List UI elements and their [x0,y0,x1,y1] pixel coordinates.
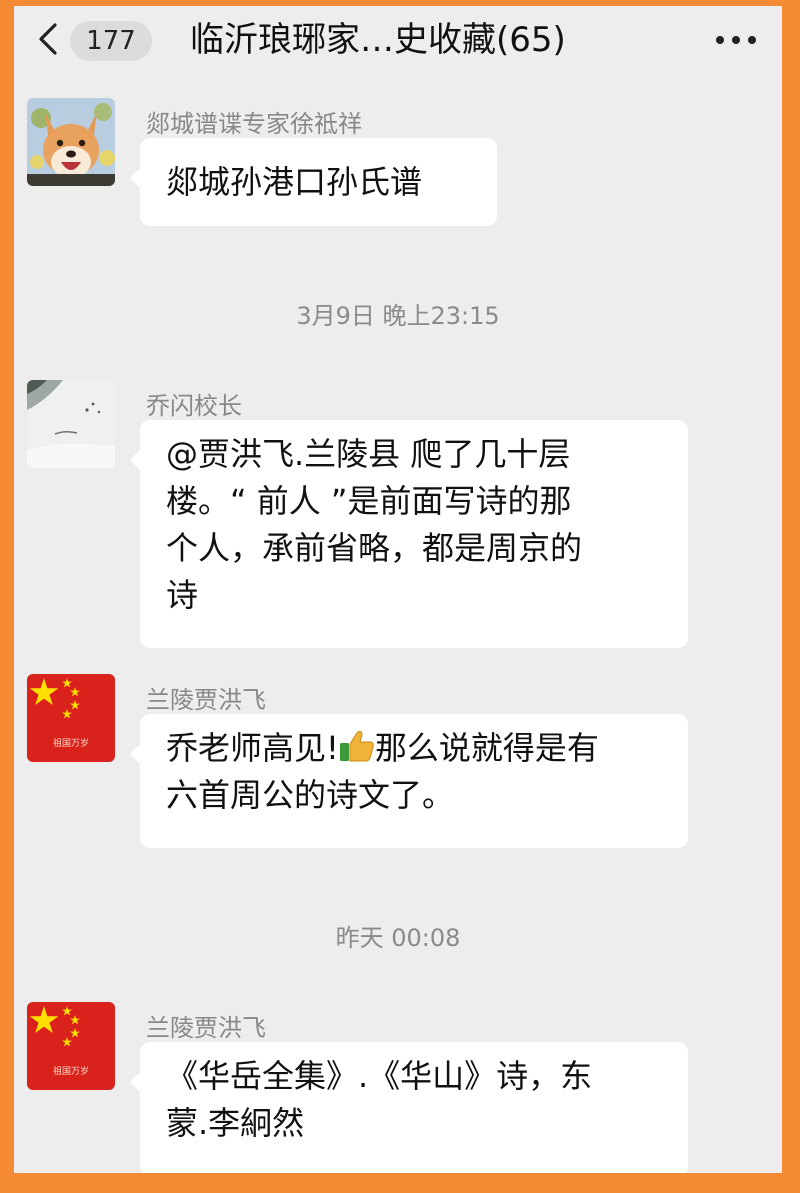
message-text: 乔老师高见! [166,729,339,767]
sender-name: 郯城谱谍专家徐祗祥 [146,110,362,138]
back-arrow-icon[interactable] [36,22,60,56]
message-line: 乔老师高见! 那么说就得是有 [166,725,660,772]
sender-name: 兰陵贾洪飞 [146,1014,266,1042]
message-bubble[interactable]: 《华岳全集》.《华山》诗，东 蒙.李絅然 [130,1042,688,1173]
dog-photo-avatar [27,98,115,186]
message-bubble[interactable]: 乔老师高见! 那么说就得是有 六首周公的诗文了。 [130,714,688,848]
message-line: 个人，承前省略，都是周京的 [166,529,583,567]
avatar-caption: 祖国万岁 [53,1065,89,1077]
avatar-caption: 祖国万岁 [53,737,89,749]
avatar-ink-landscape[interactable] [27,380,115,468]
chat-title: 临沂琅琊家…史收藏(65) [190,20,566,60]
message-line: 六首周公的诗文了。 [166,776,455,814]
message-line: 《华岳全集》.《华山》诗，东 [166,1057,593,1095]
avatar-flag[interactable]: 祖国万岁 [27,1002,115,1090]
china-flag-avatar: 祖国万岁 [27,1002,115,1090]
avatar-flag[interactable]: 祖国万岁 [27,674,115,762]
unread-count-badge[interactable]: 177 [70,21,152,61]
timestamp: 3月9日 晚上23:15 [296,302,500,330]
avatar-dog[interactable] [27,98,115,186]
orange-frame: 177 临沂琅琊家…史收藏(65) 郯城谱谍专家徐祗祥 郯城孙港口孙氏谱 3月9… [0,0,800,1193]
message-bubble[interactable]: 郯城孙港口孙氏谱 [130,138,497,226]
message-line: 楼。“ 前人 ”是前面写诗的那 [166,482,572,520]
message-line: 蒙.李絅然 [166,1104,305,1142]
timestamp: 昨天 00:08 [335,924,461,952]
china-flag-avatar: 祖国万岁 [27,674,115,762]
thumbs-up-icon [339,730,374,762]
sender-name: 乔闪校长 [146,392,242,420]
chat-screen: 177 临沂琅琊家…史收藏(65) 郯城谱谍专家徐祗祥 郯城孙港口孙氏谱 3月9… [14,6,782,1173]
more-options-icon[interactable] [714,36,758,48]
sender-name: 兰陵贾洪飞 [146,686,266,714]
message-bubble[interactable]: @贾洪飞.兰陵县 爬了几十层 楼。“ 前人 ”是前面写诗的那 个人，承前省略，都… [130,420,688,648]
chat-header: 177 临沂琅琊家…史收藏(65) [14,6,782,70]
message-line: @贾洪飞.兰陵县 爬了几十层 [166,435,571,473]
message-text: 郯城孙港口孙氏谱 [166,163,423,201]
message-line: 诗 [166,576,199,614]
ink-landscape-avatar [27,380,115,468]
message-text: 那么说就得是有 [374,729,599,767]
